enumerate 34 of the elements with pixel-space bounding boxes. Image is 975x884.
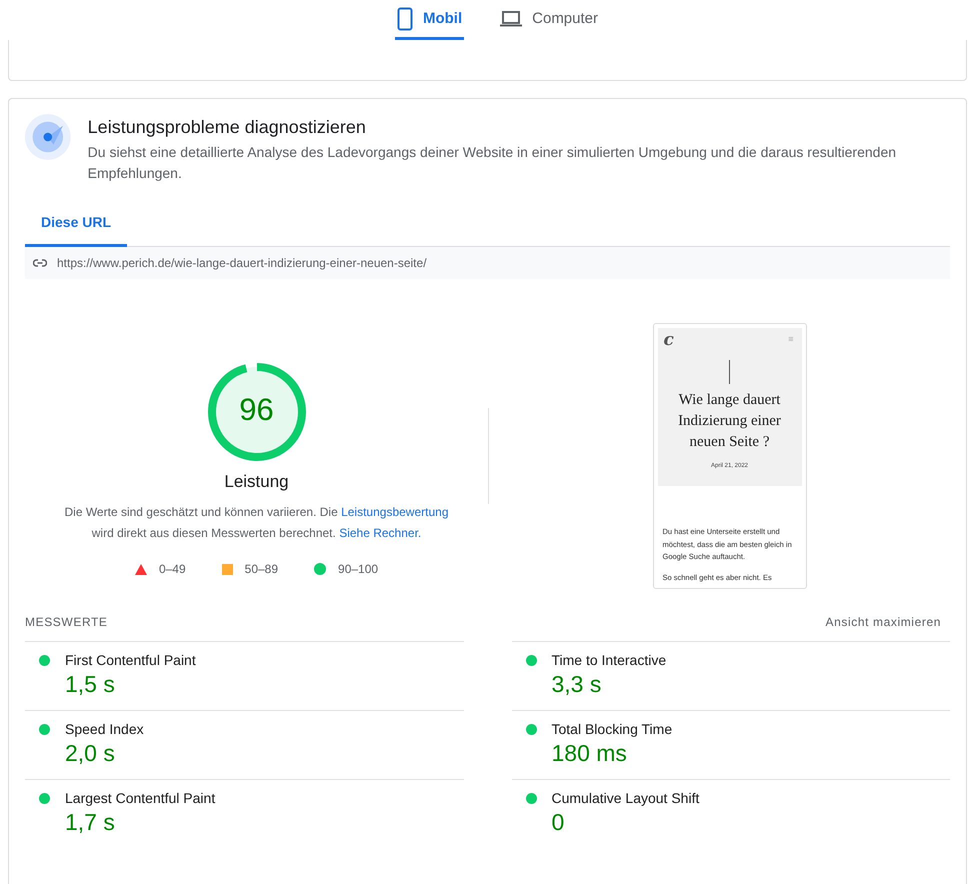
- legend-label: 50–89: [244, 562, 278, 576]
- smartphone-icon: [396, 6, 413, 30]
- metrics-heading: MESSWERTE: [25, 615, 108, 629]
- legend-label: 0–49: [158, 562, 186, 576]
- score-note: Die Werte sind geschätzt und können variieren. Die Leistungsbewertung wird direkt aus diesen Messwerten berechnet. Siehe Rechner.: [63, 504, 450, 542]
- metric-name: Largest Contentful Paint: [65, 790, 216, 806]
- calculator-link[interactable]: Siehe Rechner.: [339, 526, 422, 540]
- article-title: Wie lange dauert Indizierung einer neuen Seite ?: [677, 391, 782, 452]
- score-label: Leistung: [224, 472, 289, 492]
- metric-value: 3,3 s: [552, 671, 602, 698]
- metric-name: Speed Index: [65, 721, 145, 737]
- score-value: 96: [238, 392, 275, 428]
- metric-value: 2,0 s: [65, 740, 116, 767]
- rating-link[interactable]: Leistungsbewertung: [341, 505, 448, 519]
- metric-value: 0: [552, 809, 566, 836]
- metric-value: 180 ms: [552, 740, 628, 767]
- section-description: Du siehst eine detaillierte Analyse des Ladevorgangs deiner Website in einer simulierten Umgebung und die daraus resultierenden Empfehlungen.: [88, 143, 898, 183]
- device-tab[interactable]: Mobil: [394, 0, 464, 40]
- metric-name: Time to Interactive: [552, 652, 668, 668]
- metric-name: Cumulative Layout Shift: [552, 790, 700, 806]
- site-logo: c: [664, 330, 674, 350]
- laptop-icon: [500, 10, 522, 26]
- metric-name: Total Blocking Time: [552, 721, 674, 737]
- device-tab[interactable]: Computer: [498, 0, 600, 40]
- legend-label: 90–100: [338, 562, 378, 576]
- metric-value: 1,5 s: [65, 671, 116, 698]
- metric-value: 1,7 s: [65, 809, 116, 836]
- section-title: Leistungsprobleme diagnostizieren: [88, 117, 367, 138]
- metric-name: First Contentful Paint: [65, 652, 197, 668]
- link-icon: [33, 259, 47, 267]
- menu-icon: ≡: [788, 334, 794, 344]
- url-text: https://www.perich.de/wie-lange-dauert-indizierung-einer-neuen-seite/: [57, 256, 427, 270]
- gauge-icon: [25, 113, 71, 161]
- expand-view-toggle[interactable]: Ansicht maximieren: [825, 615, 941, 629]
